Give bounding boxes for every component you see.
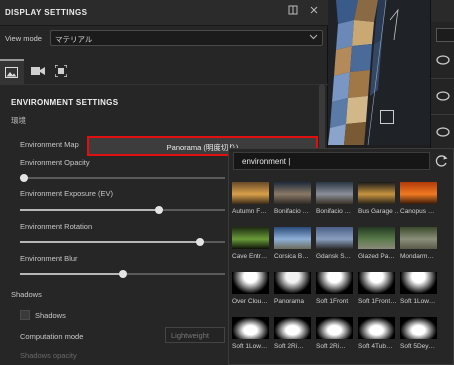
refresh-icon[interactable]	[432, 152, 452, 170]
environment-name: Glazed Pa…	[358, 253, 395, 260]
environment-name: Corsica B…	[274, 253, 309, 260]
rotation-label: Environment Rotation	[20, 222, 93, 231]
environment-name: Bonifacio …	[316, 208, 352, 215]
environment-thumbnail	[232, 272, 269, 294]
environment-thumbnail	[400, 272, 437, 294]
eye-icon[interactable]	[435, 124, 451, 140]
env-map-label: Environment Map	[20, 140, 79, 149]
shadows-header: Shadows	[11, 290, 42, 299]
tab-bar	[0, 59, 328, 85]
environment-name: Soft 2Ri…	[316, 343, 346, 350]
tab-camera[interactable]	[26, 59, 50, 85]
environment-thumbnail	[358, 317, 395, 339]
video-camera-icon	[31, 67, 45, 75]
environment-thumbnail	[358, 227, 395, 249]
viewport-gizmo[interactable]	[380, 110, 394, 124]
environment-search-input[interactable]: environment |	[233, 152, 430, 170]
environment-thumbnail	[400, 182, 437, 204]
right-panel-select[interactable]	[436, 28, 454, 42]
environment-thumbnail	[316, 317, 353, 339]
viewport[interactable]	[328, 0, 430, 145]
environment-name: Soft 1Front…	[358, 298, 397, 305]
environment-thumbnail	[232, 182, 269, 204]
environment-name: Panorama	[274, 298, 304, 305]
frame-icon	[55, 65, 67, 77]
view-mode-label: View mode	[5, 34, 42, 43]
environment-thumbnail	[316, 227, 353, 249]
tab-environment[interactable]	[0, 59, 24, 85]
environment-thumbnail	[232, 317, 269, 339]
environment-name: Bonifacio …	[274, 208, 310, 215]
image-icon	[5, 67, 18, 78]
section-title: ENVIRONMENT SETTINGS	[11, 98, 119, 107]
view-mode-select[interactable]: マテリアル	[50, 30, 323, 46]
environment-name: Soft 1Low…	[232, 343, 268, 350]
environment-thumbnail	[274, 182, 311, 204]
computation-mode-select[interactable]: Lightweight	[165, 327, 225, 343]
computation-mode-value: Lightweight	[171, 331, 209, 340]
shadows-opacity-label: Shadows opacity	[20, 351, 77, 360]
opacity-label: Environment Opacity	[20, 158, 90, 167]
model-preview	[328, 0, 430, 145]
computation-mode-label: Computation mode	[20, 332, 84, 341]
shadows-checkbox-label: Shadows	[35, 311, 66, 320]
eye-icon[interactable]	[435, 52, 451, 68]
environment-map-picker: environment | Autumn F… Bonifacio … Bonifa…	[228, 148, 454, 365]
environment-thumbnail	[358, 272, 395, 294]
environment-name: Bus Garage …	[358, 208, 399, 215]
slider-knob[interactable]	[155, 206, 163, 214]
rotation-slider[interactable]	[20, 238, 225, 246]
close-icon[interactable]	[307, 5, 321, 19]
panel-title: DISPLAY SETTINGS	[5, 8, 88, 17]
environment-thumbnail	[274, 272, 311, 294]
view-mode-value: マテリアル	[55, 35, 93, 44]
exposure-label: Environment Exposure (EV)	[20, 189, 113, 198]
environment-thumbnail	[232, 227, 269, 249]
tab-frame[interactable]	[50, 59, 74, 85]
environment-name: Gdansk S…	[316, 253, 352, 260]
environment-name: Over Clou…	[232, 298, 268, 305]
environment-thumbnail	[274, 227, 311, 249]
environment-thumbnail	[274, 317, 311, 339]
environment-thumbnail	[316, 272, 353, 294]
environment-name: Soft 1Front	[316, 298, 349, 305]
search-text: environment |	[242, 157, 291, 166]
environment-thumbnail	[358, 182, 395, 204]
panel-titlebar: DISPLAY SETTINGS	[0, 0, 328, 26]
slider-knob[interactable]	[20, 174, 28, 182]
environment-name: Soft 4Tub…	[358, 343, 393, 350]
environment-name: Cave Entr…	[232, 253, 268, 260]
exposure-slider[interactable]	[20, 206, 225, 214]
environment-name: Soft 5Dey…	[400, 343, 436, 350]
eye-icon[interactable]	[435, 88, 451, 104]
environment-name: Soft 1Low…	[400, 298, 436, 305]
blur-label: Environment Blur	[20, 254, 78, 263]
dock-icon[interactable]	[286, 5, 300, 19]
blur-slider[interactable]	[20, 270, 225, 278]
slider-knob[interactable]	[196, 238, 204, 246]
environment-thumbnail	[316, 182, 353, 204]
environment-name: Soft 2Ri…	[274, 343, 304, 350]
chevron-down-icon	[309, 32, 318, 43]
environment-thumbnail	[400, 317, 437, 339]
slider-knob[interactable]	[119, 270, 127, 278]
section-subtitle: 環境	[11, 116, 26, 125]
environment-thumbnail	[400, 227, 437, 249]
environment-name: Mondarm…	[400, 253, 434, 260]
opacity-slider[interactable]	[20, 174, 225, 182]
shadows-checkbox[interactable]	[20, 310, 30, 320]
environment-name: Canopus …	[400, 208, 435, 215]
environment-name: Autumn F…	[232, 208, 267, 215]
